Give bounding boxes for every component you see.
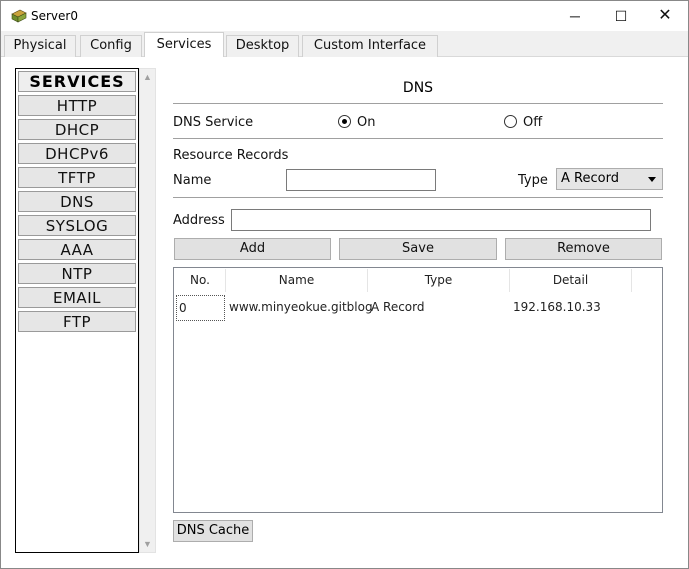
type-select-value: A Record (561, 171, 619, 186)
dns-on-radio[interactable] (338, 115, 351, 128)
service-item-aaa[interactable]: AAA (18, 239, 136, 260)
add-button[interactable]: Add (174, 238, 331, 260)
minimize-button[interactable]: ─ (552, 1, 598, 31)
divider (173, 197, 663, 198)
dns-off-label: Off (523, 115, 543, 130)
column-header-no[interactable]: No. (175, 269, 226, 292)
tab-bar: Physical Config Services Desktop Custom … (1, 31, 688, 58)
server-icon (11, 8, 27, 24)
service-item-syslog[interactable]: SYSLOG (18, 215, 136, 236)
cell-detail: 192.168.10.33 (513, 300, 601, 314)
services-scrollbar[interactable]: ▲ ▼ (139, 68, 156, 553)
service-item-tftp[interactable]: TFTP (18, 167, 136, 188)
dns-service-label: DNS Service (173, 115, 254, 130)
scroll-up-arrow-icon[interactable]: ▲ (140, 69, 155, 85)
tab-physical[interactable]: Physical (4, 35, 76, 57)
close-button[interactable]: ✕ (642, 1, 688, 31)
tab-custom-interface[interactable]: Custom Interface (302, 35, 438, 57)
service-item-ftp[interactable]: FTP (18, 311, 136, 332)
tab-desktop[interactable]: Desktop (226, 35, 299, 57)
name-label: Name (173, 173, 212, 188)
cell-no[interactable]: 0 (176, 295, 225, 321)
type-select[interactable]: A Record (556, 168, 663, 190)
services-list: SERVICES HTTP DHCP DHCPv6 TFTP DNS SYSLO… (15, 68, 139, 553)
divider (173, 138, 663, 139)
service-item-dhcp[interactable]: DHCP (18, 119, 136, 140)
dns-title: DNS (402, 80, 434, 96)
dns-on-label: On (357, 115, 376, 130)
server-window: Server0 ─ ☐ ✕ Physical Config Services D… (0, 0, 689, 569)
service-item-dns[interactable]: DNS (18, 191, 136, 212)
service-item-http[interactable]: HTTP (18, 95, 136, 116)
services-header: SERVICES (18, 71, 136, 92)
cell-type: A Record (371, 300, 425, 314)
column-header-type[interactable]: Type (368, 269, 510, 292)
tab-services[interactable]: Services (144, 32, 224, 58)
divider (173, 103, 663, 104)
save-button[interactable]: Save (339, 238, 497, 260)
chevron-down-icon (648, 177, 656, 182)
address-label: Address (173, 213, 225, 228)
scroll-down-arrow-icon[interactable]: ▼ (140, 536, 155, 552)
window-title: Server0 (31, 9, 78, 23)
cell-name: www.minyeokue.gitblog (229, 300, 373, 314)
type-label: Type (518, 173, 548, 188)
service-item-email[interactable]: EMAIL (18, 287, 136, 308)
service-item-dhcpv6[interactable]: DHCPv6 (18, 143, 136, 164)
resource-records-label: Resource Records (173, 148, 289, 163)
dns-off-radio[interactable] (504, 115, 517, 128)
address-input[interactable] (231, 209, 651, 231)
tab-config[interactable]: Config (80, 35, 142, 57)
dns-cache-button[interactable]: DNS Cache (173, 520, 253, 542)
service-item-ntp[interactable]: NTP (18, 263, 136, 284)
radio-selected-dot (342, 119, 347, 124)
title-bar[interactable]: Server0 ─ ☐ ✕ (1, 1, 688, 31)
remove-button[interactable]: Remove (505, 238, 662, 260)
column-header-name[interactable]: Name (226, 269, 368, 292)
services-content: SERVICES HTTP DHCP DHCPv6 TFTP DNS SYSLO… (1, 57, 688, 568)
maximize-button[interactable]: ☐ (598, 1, 644, 31)
dns-records-table: No. Name Type Detail 0 www.minyeokue.git… (173, 267, 663, 513)
column-header-detail[interactable]: Detail (510, 269, 632, 292)
name-input[interactable] (286, 169, 436, 191)
